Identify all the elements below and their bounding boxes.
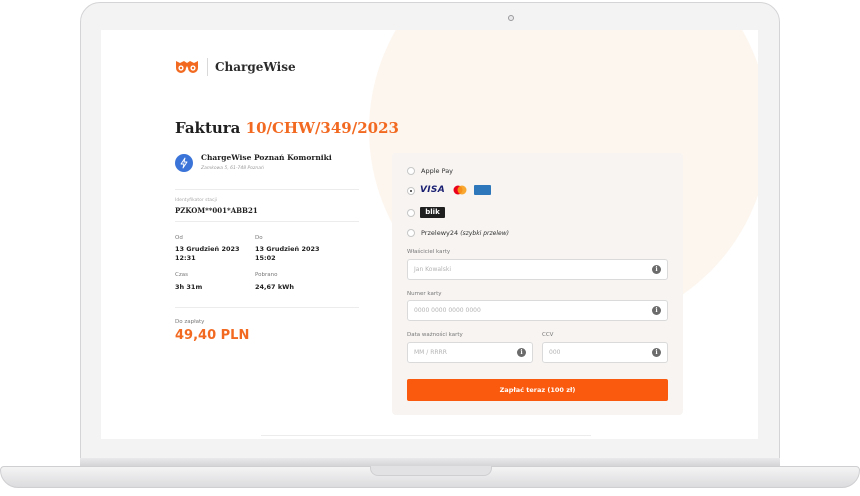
apple-pay-radio[interactable] xyxy=(407,167,415,175)
lightning-icon xyxy=(175,154,193,172)
card-owner-field[interactable]: Jan Kowalski i xyxy=(407,259,668,280)
invoice-number: 10/CHW/349/2023 xyxy=(245,119,399,137)
duration-label: Czas xyxy=(175,272,188,278)
p24-note: (szybki przelew) xyxy=(460,230,509,237)
info-icon[interactable]: i xyxy=(652,265,661,274)
blik-logo[interactable]: blik xyxy=(420,207,445,218)
duration-value: 3h 31m xyxy=(175,283,203,291)
card-number-placeholder: 0000 0000 0000 0000 xyxy=(414,307,481,314)
camera-icon xyxy=(508,15,514,21)
to-date: 13 Grudzień 2023 xyxy=(255,245,320,253)
energy-value: 24,67 kWh xyxy=(255,283,294,291)
invoice-title-label: Faktura xyxy=(175,119,241,137)
card-radio[interactable] xyxy=(407,187,415,195)
invoice-page: ChargeWise Faktura 10/CHW/349/2023 Charg… xyxy=(101,30,758,439)
card-owner-placeholder: Jan Kowalski xyxy=(414,266,451,273)
amex-icon xyxy=(474,185,491,195)
card-number-label: Numer karty xyxy=(407,291,442,297)
total-amount: 49,40 PLN xyxy=(175,328,250,343)
ccv-field[interactable]: 000 i xyxy=(542,342,668,363)
card-number-field[interactable]: 0000 0000 0000 0000 i xyxy=(407,300,668,321)
card-owner-label: Właściciel karty xyxy=(407,249,451,255)
brand-name: ChargeWise xyxy=(215,60,296,74)
laptop-base-notch xyxy=(370,466,492,476)
mastercard-icon xyxy=(453,185,467,195)
p24-name: Przelewy24 xyxy=(421,229,459,237)
p24-radio[interactable] xyxy=(407,229,415,237)
from-date: 13 Grudzień 2023 xyxy=(175,245,240,253)
from-label: Od xyxy=(175,235,183,241)
expiry-placeholder: MM / RRRR xyxy=(414,349,447,356)
owl-eyes-icon xyxy=(176,61,198,73)
ccv-label: CCV xyxy=(542,332,554,338)
expiry-field[interactable]: MM / RRRR i xyxy=(407,342,533,363)
divider xyxy=(175,307,359,308)
station-id-label: Identyfikator stacji xyxy=(175,198,217,203)
energy-label: Pobrano xyxy=(255,272,278,278)
apple-pay-label[interactable]: Apple Pay xyxy=(421,167,453,175)
station-address: Zamkowa 5, 61-748 Poznań xyxy=(201,166,264,171)
p24-label[interactable]: Przelewy24 (szybki przelew) xyxy=(421,229,509,237)
divider xyxy=(175,221,359,222)
station-id-value: PZKOM**001*ABB21 xyxy=(175,206,258,215)
to-time: 15:02 xyxy=(255,254,276,262)
expiry-label: Data ważności karty xyxy=(407,332,463,338)
invoice-title: Faktura 10/CHW/349/2023 xyxy=(175,119,399,137)
info-icon[interactable]: i xyxy=(652,306,661,315)
info-icon[interactable]: i xyxy=(652,348,661,357)
from-time: 12:31 xyxy=(175,254,196,262)
ccv-placeholder: 000 xyxy=(549,349,561,356)
payment-panel: Apple Pay VISA blik Przelewy24 (szybki p… xyxy=(392,153,683,415)
visa-logo: VISA xyxy=(420,185,445,195)
info-icon[interactable]: i xyxy=(517,348,526,357)
logo-divider xyxy=(207,58,208,76)
pay-now-button[interactable]: Zapłać teraz (100 zł) xyxy=(407,379,668,401)
station-name: ChargeWise Poznań Komorniki xyxy=(201,153,332,162)
blik-radio[interactable] xyxy=(407,209,415,217)
footer-divider xyxy=(261,435,591,436)
to-label: Do xyxy=(255,235,263,241)
divider xyxy=(175,189,359,190)
total-label: Do zapłaty xyxy=(175,319,205,325)
